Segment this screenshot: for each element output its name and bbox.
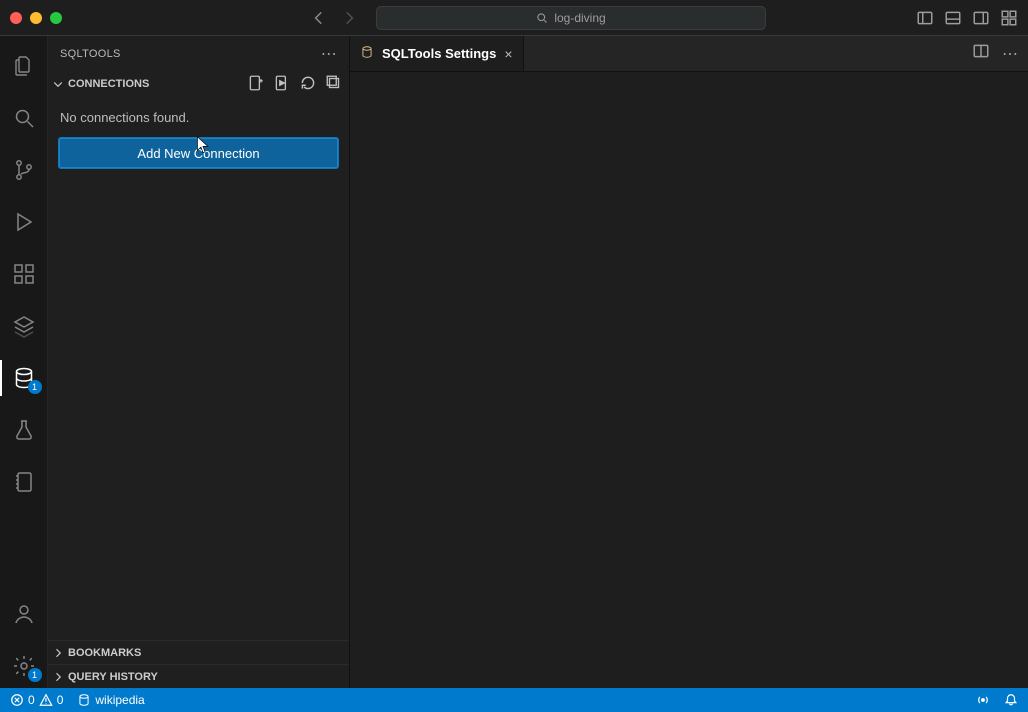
nav-arrows <box>310 9 358 27</box>
main-area: 1 1 SQLTOOLS ⋯ CONNECTIONS <box>0 36 1028 688</box>
nav-forward-button[interactable] <box>340 9 358 27</box>
section-bookmarks-header[interactable]: BOOKMARKS <box>48 640 349 664</box>
section-bookmarks-label: BOOKMARKS <box>68 647 141 659</box>
layout-panel-button[interactable] <box>944 9 962 27</box>
new-sql-file-button[interactable] <box>247 74 265 95</box>
collapse-all-button[interactable] <box>325 74 343 95</box>
files-icon <box>12 54 36 78</box>
section-connections-actions <box>247 74 343 95</box>
maximize-window-button[interactable] <box>50 12 62 24</box>
titlebar-right <box>916 9 1018 27</box>
extensions-icon <box>12 262 36 286</box>
database-icon <box>77 693 91 707</box>
status-problems[interactable]: 0 0 <box>10 693 63 707</box>
chevron-down-icon <box>52 78 64 90</box>
settings-badge: 1 <box>28 668 42 682</box>
activity-extensions[interactable] <box>0 252 48 296</box>
beaker-icon <box>12 418 36 442</box>
split-editor-button[interactable] <box>972 42 990 65</box>
database-icon <box>360 45 374 62</box>
tab-label: SQLTools Settings <box>382 46 496 61</box>
activity-settings[interactable]: 1 <box>0 644 48 688</box>
activity-sqltools[interactable]: 1 <box>0 356 48 400</box>
sidebar: SQLTOOLS ⋯ CONNECTIONS No connections fo… <box>48 36 350 688</box>
search-text: log-diving <box>554 11 605 25</box>
add-connection-button[interactable]: Add New Connection <box>58 137 339 169</box>
activity-explorer[interactable] <box>0 44 48 88</box>
statusbar: 0 0 wikipedia <box>0 688 1028 712</box>
layers-icon <box>12 314 36 338</box>
activity-source-control[interactable] <box>0 148 48 192</box>
layout-customize-button[interactable] <box>1000 9 1018 27</box>
status-db-connection[interactable]: wikipedia <box>77 693 144 707</box>
notebook-icon <box>12 470 36 494</box>
editor-tabs: SQLTools Settings × ⋯ <box>350 36 1028 72</box>
layout-secondary-button[interactable] <box>972 9 990 27</box>
run-query-button[interactable] <box>273 74 291 95</box>
status-error-count: 0 <box>28 693 35 707</box>
section-connections-label: CONNECTIONS <box>68 78 149 90</box>
broadcast-icon <box>976 693 990 707</box>
refresh-button[interactable] <box>299 74 317 95</box>
editor-more-button[interactable]: ⋯ <box>1002 44 1018 64</box>
activity-stack[interactable] <box>0 304 48 348</box>
tab-sqltools-settings[interactable]: SQLTools Settings × <box>350 36 524 71</box>
branch-icon <box>12 158 36 182</box>
titlebar: log-diving <box>0 0 1028 36</box>
command-center-search[interactable]: log-diving <box>376 6 766 30</box>
play-icon <box>12 210 36 234</box>
bell-icon <box>1004 693 1018 707</box>
editor-area: SQLTools Settings × ⋯ <box>350 36 1028 688</box>
connections-empty-text: No connections found. <box>60 110 339 125</box>
status-feedback[interactable] <box>976 693 990 707</box>
status-notifications[interactable] <box>1004 693 1018 707</box>
activitybar: 1 1 <box>0 36 48 688</box>
close-window-button[interactable] <box>10 12 22 24</box>
sidebar-title-row: SQLTOOLS ⋯ <box>48 36 349 72</box>
chevron-right-icon <box>52 671 64 683</box>
window-controls <box>10 12 62 24</box>
status-warning-count: 0 <box>57 693 64 707</box>
activity-testing[interactable] <box>0 408 48 452</box>
section-history-label: QUERY HISTORY <box>68 671 158 683</box>
activity-notebook[interactable] <box>0 460 48 504</box>
search-icon <box>536 12 548 24</box>
sidebar-kebab-button[interactable]: ⋯ <box>321 44 337 64</box>
nav-back-button[interactable] <box>310 9 328 27</box>
account-icon <box>12 602 36 626</box>
activity-search[interactable] <box>0 96 48 140</box>
editor-body <box>350 72 1028 688</box>
sidebar-title: SQLTOOLS <box>60 48 121 60</box>
activity-account[interactable] <box>0 592 48 636</box>
chevron-right-icon <box>52 647 64 659</box>
minimize-window-button[interactable] <box>30 12 42 24</box>
editor-tab-actions: ⋯ <box>972 36 1028 71</box>
warning-icon <box>39 693 53 707</box>
section-connections-body: No connections found. Add New Connection <box>48 96 349 181</box>
status-db-label: wikipedia <box>95 693 144 707</box>
section-connections-header[interactable]: CONNECTIONS <box>48 72 349 96</box>
search-icon <box>12 106 36 130</box>
error-icon <box>10 693 24 707</box>
layout-primary-button[interactable] <box>916 9 934 27</box>
activity-run[interactable] <box>0 200 48 244</box>
section-history-header[interactable]: QUERY HISTORY <box>48 664 349 688</box>
sqltools-badge: 1 <box>28 380 42 394</box>
tab-close-button[interactable]: × <box>504 46 512 62</box>
